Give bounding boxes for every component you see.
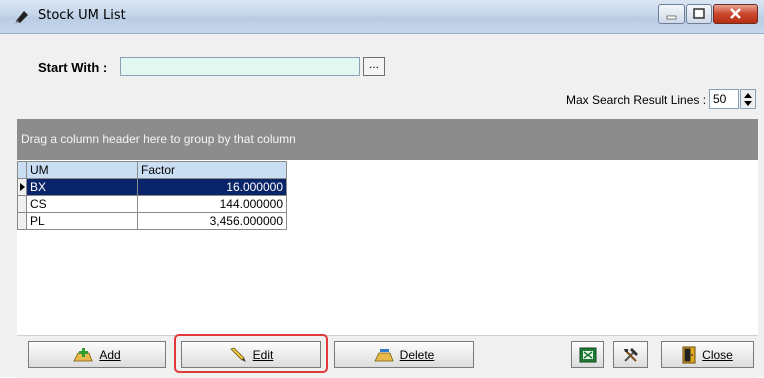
- maximize-icon: [693, 8, 705, 19]
- start-with-input[interactable]: [120, 57, 360, 76]
- edit-button-highlight: [174, 334, 328, 373]
- current-row-arrow-icon: [20, 183, 25, 191]
- delete-button[interactable]: Delete: [334, 341, 474, 368]
- cell-factor[interactable]: 144.000000: [137, 195, 287, 213]
- table-row[interactable]: BX 16.000000: [17, 178, 287, 196]
- group-by-panel[interactable]: Drag a column header here to group by th…: [17, 119, 758, 160]
- spin-down-icon[interactable]: [744, 101, 752, 106]
- minimize-icon: [666, 15, 677, 20]
- export-excel-button[interactable]: [571, 341, 604, 368]
- group-by-hint: Drag a column header here to group by th…: [21, 132, 296, 146]
- title-bar: Stock UM List: [0, 0, 764, 34]
- row-indicator-header: [17, 161, 27, 179]
- cell-factor[interactable]: 16.000000: [137, 178, 287, 196]
- cell-um[interactable]: CS: [26, 195, 138, 213]
- max-search-lines-input[interactable]: 50: [709, 89, 739, 109]
- delete-button-label: Delete: [399, 347, 435, 362]
- maximize-button[interactable]: [686, 4, 712, 24]
- tools-button[interactable]: [613, 341, 648, 368]
- window-icon: [15, 11, 28, 24]
- tools-icon: [623, 347, 638, 362]
- close-window-button[interactable]: [713, 4, 758, 24]
- window-title: Stock UM List: [38, 8, 126, 23]
- grid-header-row: UM Factor: [17, 161, 287, 179]
- row-indicator: [17, 195, 27, 213]
- table-row[interactable]: PL 3,456.000000: [17, 212, 287, 230]
- minimize-button[interactable]: [658, 4, 685, 24]
- max-search-lines-label: Max Search Result Lines :: [566, 93, 707, 107]
- cell-um[interactable]: PL: [26, 212, 138, 230]
- cell-um[interactable]: BX: [26, 178, 138, 196]
- max-search-lines-spinner[interactable]: [740, 89, 756, 109]
- start-with-label: Start With :: [38, 60, 108, 75]
- lookup-button[interactable]: ...: [363, 57, 385, 76]
- add-icon: [73, 347, 93, 361]
- add-button[interactable]: Add: [28, 341, 166, 368]
- spin-up-icon[interactable]: [744, 93, 752, 98]
- column-header-factor[interactable]: Factor: [137, 161, 287, 179]
- add-button-label: Add: [99, 347, 121, 362]
- um-grid: UM Factor BX 16.000000 CS 144.000000 PL …: [17, 161, 287, 230]
- door-icon: [682, 346, 696, 363]
- column-header-um[interactable]: UM: [26, 161, 138, 179]
- cell-factor[interactable]: 3,456.000000: [137, 212, 287, 230]
- row-indicator: [17, 178, 27, 196]
- close-button[interactable]: Close: [661, 341, 754, 368]
- close-button-label: Close: [702, 347, 733, 362]
- row-indicator: [17, 212, 27, 230]
- table-row[interactable]: CS 144.000000: [17, 195, 287, 213]
- close-icon: [730, 8, 741, 19]
- delete-icon: [374, 348, 394, 361]
- excel-icon: [579, 347, 596, 362]
- stock-um-list-window: Stock UM List Start With : ... Max Searc…: [0, 0, 764, 378]
